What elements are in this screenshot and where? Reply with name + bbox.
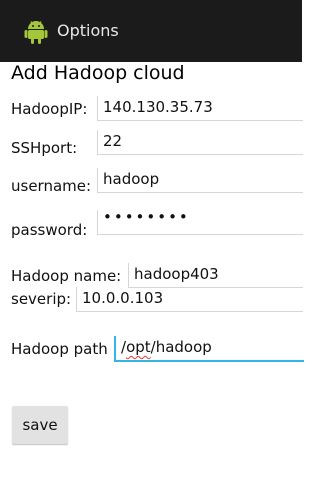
hadoop-path-label: Hadoop path (11, 340, 108, 358)
username-field[interactable]: hadoop (97, 168, 303, 193)
hadoop-path-value: /opt/hadoop (121, 338, 212, 356)
spellcheck-underline-word: opt (126, 338, 151, 356)
password-field[interactable]: •••••••• (97, 208, 303, 235)
password-label: password: (11, 221, 88, 239)
sever-ip-value: 10.0.0.103 (82, 289, 164, 307)
ssh-port-field[interactable]: 22 (97, 130, 303, 155)
hadoop-path-field[interactable]: /opt/hadoop (114, 336, 304, 362)
ssh-port-label: SSHport: (11, 139, 78, 157)
sever-ip-label: severip: (11, 290, 72, 308)
ssh-port-value: 22 (103, 132, 123, 150)
form-heading: Add Hadoop cloud (11, 62, 185, 84)
android-icon[interactable] (24, 19, 48, 44)
hadoop-name-value: hadoop403 (134, 265, 219, 283)
hadoop-ip-value: 140.130.35.73 (103, 98, 213, 116)
screen-title: Options (57, 21, 119, 40)
username-label: username: (11, 177, 92, 195)
save-button[interactable]: save (12, 406, 68, 444)
hadoop-ip-field[interactable]: 140.130.35.73 (97, 96, 303, 121)
action-bar: Options (0, 0, 302, 62)
hadoop-path-suffix: /hadoop (150, 338, 212, 356)
hadoop-name-field[interactable]: hadoop403 (128, 263, 303, 288)
hadoop-ip-label: HadoopIP: (11, 100, 88, 118)
username-value: hadoop (103, 170, 160, 188)
password-value: •••••••• (103, 208, 190, 226)
hadoop-name-label: Hadoop name: (11, 267, 122, 285)
sever-ip-field[interactable]: 10.0.0.103 (76, 287, 303, 312)
